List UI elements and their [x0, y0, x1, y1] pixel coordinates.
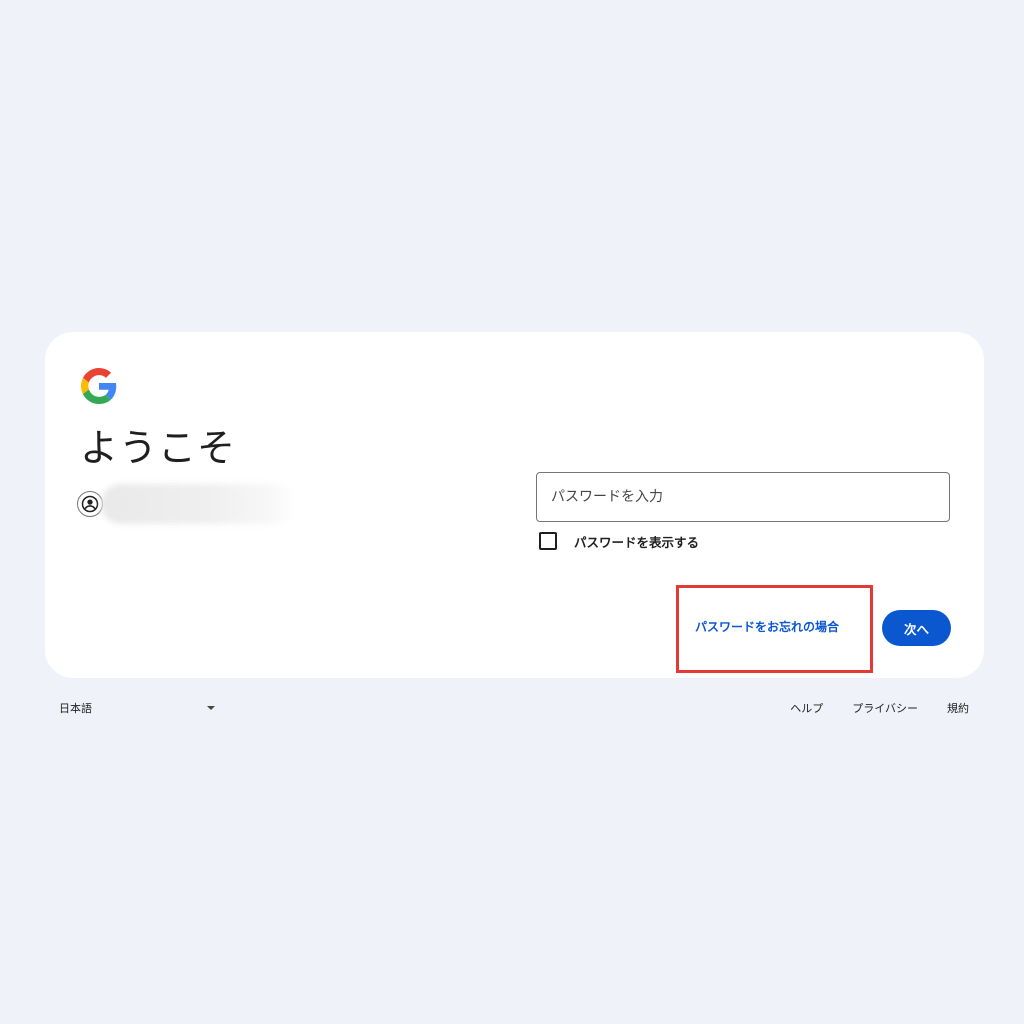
- show-password-control[interactable]: パスワードを表示する: [539, 532, 699, 550]
- redacted-email: [101, 484, 297, 524]
- sign-in-page: ようこそ パスワードを表示する パスワードをお忘れの場合 次へ 日本語 ヘルプ …: [0, 0, 1024, 1024]
- account-chip[interactable]: [77, 484, 297, 524]
- show-password-label: パスワードを表示する: [574, 534, 700, 550]
- language-label: 日本語: [59, 702, 92, 715]
- password-input[interactable]: [536, 472, 950, 522]
- privacy-link[interactable]: プライバシー: [852, 700, 918, 716]
- next-button[interactable]: 次へ: [882, 610, 951, 646]
- forgot-password-link[interactable]: パスワードをお忘れの場合: [695, 618, 839, 635]
- show-password-checkbox[interactable]: [539, 532, 557, 550]
- google-g-icon: [81, 368, 117, 404]
- language-select[interactable]: 日本語: [59, 700, 215, 716]
- footer: 日本語 ヘルプ プライバシー 規約: [45, 690, 984, 724]
- terms-link[interactable]: 規約: [947, 700, 969, 716]
- caret-down-icon: [207, 706, 215, 710]
- page-title: ようこそ: [80, 426, 237, 470]
- sign-in-card: ようこそ パスワードを表示する パスワードをお忘れの場合 次へ: [45, 332, 984, 678]
- help-link[interactable]: ヘルプ: [790, 700, 823, 716]
- account-circle-icon: [77, 491, 103, 517]
- footer-links: ヘルプ プライバシー 規約: [790, 700, 969, 716]
